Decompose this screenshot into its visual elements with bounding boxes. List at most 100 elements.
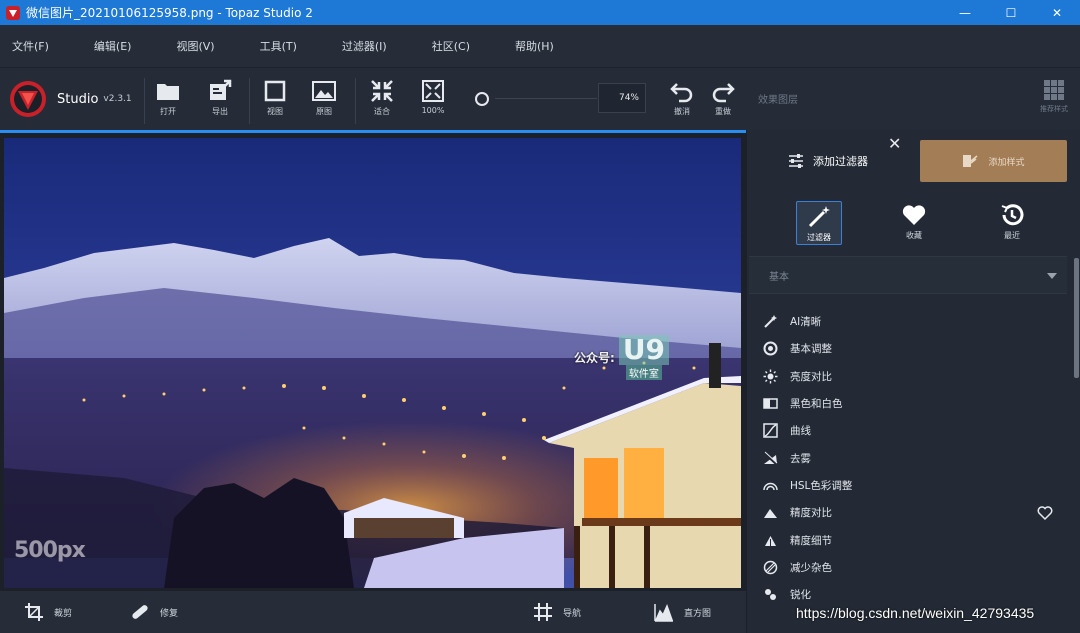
tab-favorites[interactable]: 收藏 <box>891 202 937 241</box>
tab-filters[interactable]: 过滤器 <box>796 201 842 245</box>
menu-tools[interactable]: 工具(T) <box>248 38 309 54</box>
expand-frame-icon <box>422 80 444 102</box>
menu-file[interactable]: 文件(F) <box>0 38 61 54</box>
bandage-icon <box>132 605 148 619</box>
filter-basic-adjust[interactable]: 基本调整 <box>763 335 1063 362</box>
toolbar-divider <box>355 78 356 124</box>
close-panel-icon[interactable]: ✕ <box>888 134 901 153</box>
menu-view[interactable]: 视图(V) <box>164 38 226 54</box>
mountain-icon <box>764 509 777 519</box>
crop-button[interactable]: 裁剪 <box>24 602 72 622</box>
menu-help[interactable]: 帮助(H) <box>503 38 566 54</box>
add-filter-label: 添加过滤器 <box>813 155 868 168</box>
redo-icon <box>712 83 735 103</box>
chevron-down-icon <box>1047 273 1057 279</box>
filter-ai-clear[interactable]: AI清晰 <box>763 308 1063 335</box>
repair-label: 修复 <box>160 608 179 619</box>
repair-button[interactable]: 修复 <box>130 602 178 622</box>
shrink-arrows-icon <box>371 80 393 102</box>
menu-filters[interactable]: 过滤器(I) <box>330 38 399 54</box>
window-title: 微信图片_20210106125958.png - Topaz Studio 2 <box>26 6 313 20</box>
menu-bar: 文件(F) 编辑(E) 视图(V) 工具(T) 过滤器(I) 社区(C) 帮助(… <box>0 25 1080 67</box>
add-style-label: 添加样式 <box>988 157 1025 168</box>
minimize-button[interactable]: — <box>942 0 988 25</box>
bottom-toolbar: 裁剪 修复 导航 直方图 <box>0 591 746 633</box>
undo-button[interactable]: 撤消 <box>660 78 704 117</box>
filter-curves[interactable]: 曲线 <box>763 417 1063 444</box>
redo-button[interactable]: 重做 <box>701 78 745 117</box>
watermark-pub-text: 公众号: <box>574 351 615 365</box>
histogram-icon <box>654 603 674 622</box>
brand: Studio v2.3.1 <box>8 79 132 119</box>
crop-label: 裁剪 <box>54 608 73 619</box>
zoom-slider-track[interactable] <box>495 98 597 99</box>
aperture-icon <box>763 341 778 356</box>
histogram-button[interactable]: 直方图 <box>654 602 711 622</box>
menu-community[interactable]: 社区(C) <box>420 38 482 54</box>
presets-label: 推荐样式 <box>1040 105 1068 113</box>
sun-icon <box>763 369 778 384</box>
watermark-u9-text: U9 <box>618 335 670 365</box>
undo-icon <box>670 83 693 103</box>
view-button[interactable]: 视图 <box>253 78 297 117</box>
magic-wand-icon <box>808 206 830 228</box>
tab-recent[interactable]: 最近 <box>989 202 1035 241</box>
tab-favorites-label: 收藏 <box>906 231 922 240</box>
navigate-button[interactable]: 导航 <box>533 602 581 622</box>
section-label: 基本 <box>769 271 789 283</box>
redo-label: 重做 <box>715 107 731 116</box>
export-icon <box>210 79 232 100</box>
noise-icon <box>763 560 778 575</box>
crop-icon <box>25 603 43 621</box>
zoom-value-field[interactable]: 74% <box>598 83 646 113</box>
zoom-100-button[interactable]: 100% <box>411 78 455 115</box>
menu-edit[interactable]: 编辑(E) <box>82 38 144 54</box>
filter-panel: 添加过滤器 ✕ 添加样式 过滤器 收藏 最近 基本 AI清晰 基本调整 亮度对比 <box>746 130 1080 633</box>
add-style-button[interactable]: 添加样式 <box>920 140 1067 182</box>
toolbar-divider <box>249 78 250 124</box>
export-button[interactable]: 导出 <box>198 78 242 117</box>
maximize-button[interactable]: ☐ <box>988 0 1034 25</box>
heart-icon <box>902 205 926 225</box>
basic-section-header[interactable]: 基本 <box>749 256 1067 294</box>
detail-icon <box>765 535 776 546</box>
effect-layers-label[interactable]: 效果图层 <box>758 91 798 106</box>
undo-label: 撤消 <box>674 107 690 116</box>
presets-button[interactable]: 推荐样式 <box>1034 78 1074 114</box>
filter-precision-contrast[interactable]: 精度对比 <box>763 499 1063 526</box>
filter-reduce-noise[interactable]: 减少杂色 <box>763 554 1063 581</box>
view-frame-icon <box>264 80 286 102</box>
filter-hsl[interactable]: HSL色彩调整 <box>763 472 1063 499</box>
add-filter-button[interactable]: 添加过滤器 <box>787 152 868 170</box>
topaz-app-icon <box>6 5 20 20</box>
filter-brightness-contrast[interactable]: 亮度对比 <box>763 363 1063 390</box>
panel-scrollbar[interactable] <box>1074 258 1079 378</box>
open-button[interactable]: 打开 <box>146 78 190 117</box>
filter-dehaze[interactable]: 去雾 <box>763 444 1063 471</box>
filter-black-white[interactable]: 黑色和白色 <box>763 390 1063 417</box>
curve-icon <box>763 423 778 439</box>
original-button[interactable]: 原图 <box>302 78 346 117</box>
hsl-icon <box>763 482 778 491</box>
zoom-slider-knob[interactable] <box>475 92 489 106</box>
brush-icon <box>963 155 978 167</box>
magic-wand-icon <box>764 315 777 328</box>
navigate-label: 导航 <box>563 608 582 619</box>
brand-version: v2.3.1 <box>103 94 132 104</box>
sliders-icon <box>789 154 803 168</box>
sharpen-icon <box>765 589 776 601</box>
hash-grid-icon <box>534 603 552 621</box>
filter-precision-detail[interactable]: 精度细节 <box>763 526 1063 553</box>
zoom-100-label: 100% <box>421 106 445 115</box>
tab-recent-label: 最近 <box>1004 231 1020 240</box>
folder-icon <box>157 84 179 100</box>
close-button[interactable]: ✕ <box>1034 0 1080 25</box>
clock-history-icon <box>1001 204 1024 226</box>
tab-filters-label: 过滤器 <box>807 233 831 242</box>
heart-outline-icon[interactable] <box>1037 505 1053 521</box>
filter-list: AI清晰 基本调整 亮度对比 黑色和白色 曲线 去雾 HSL色彩调整 精度对比 <box>763 308 1063 608</box>
blog-url-watermark: https://blog.csdn.net/weixin_42793435 <box>796 605 1035 621</box>
grid-icon <box>1044 80 1064 100</box>
fit-button[interactable]: 适合 <box>360 78 404 117</box>
bw-icon <box>763 398 778 409</box>
